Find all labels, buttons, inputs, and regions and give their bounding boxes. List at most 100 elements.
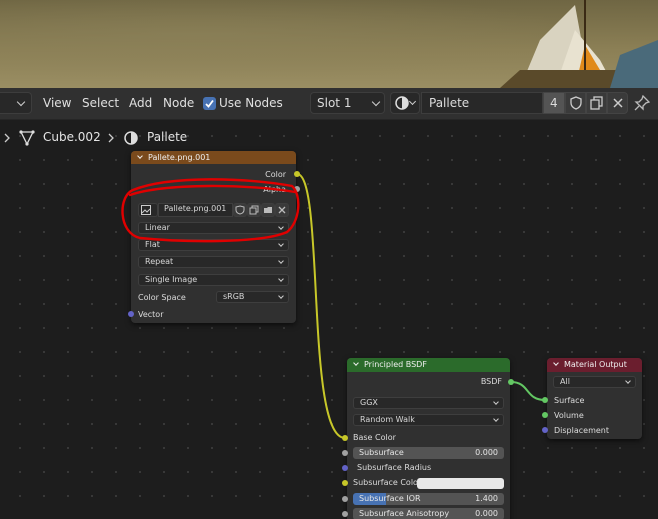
material-name-field[interactable]: Pallete bbox=[421, 92, 543, 114]
chevron-down-icon bbox=[371, 97, 381, 107]
output-node-header[interactable]: Material Output bbox=[547, 358, 642, 372]
shield-icon bbox=[570, 96, 582, 110]
mesh-icon bbox=[19, 130, 35, 146]
image-browse-button[interactable] bbox=[138, 203, 158, 217]
output-target-dropdown[interactable]: All bbox=[553, 376, 636, 388]
chevron-down-icon bbox=[278, 258, 284, 264]
surface-input-socket[interactable] bbox=[542, 397, 548, 403]
interpolation-dropdown[interactable]: Linear bbox=[138, 222, 289, 234]
principled-bsdf-node[interactable]: Principled BSDF BSDF GGX Random Walk Bas… bbox=[347, 358, 510, 519]
duplicate-material-button[interactable] bbox=[586, 92, 607, 114]
subsurface-anisotropy-label: Subsurface Anisotropy bbox=[359, 509, 450, 518]
distribution-dropdown[interactable]: GGX bbox=[353, 397, 504, 409]
close-icon bbox=[613, 98, 623, 108]
checkmark-icon bbox=[205, 99, 214, 108]
duplicate-image-button[interactable] bbox=[247, 203, 261, 217]
color-space-value: sRGB bbox=[223, 292, 245, 301]
distribution-value: GGX bbox=[360, 398, 378, 407]
fake-user-button[interactable] bbox=[565, 92, 586, 114]
image-texture-node[interactable]: Pallete.png.001 Color Alpha Pallete.png.… bbox=[131, 151, 296, 323]
subsurface-ior-value: 1.400 bbox=[475, 494, 498, 503]
chevron-down-icon bbox=[278, 241, 284, 247]
collapse-icon bbox=[137, 153, 143, 159]
output-alpha-label: Alpha bbox=[263, 185, 286, 194]
bsdf-node-header[interactable]: Principled BSDF bbox=[347, 358, 510, 372]
image-name: Pallete.png.001 bbox=[164, 204, 227, 213]
menu-add[interactable]: Add bbox=[129, 96, 152, 110]
projection-dropdown[interactable]: Flat bbox=[138, 239, 289, 251]
material-sphere-icon bbox=[124, 131, 138, 145]
base-color-label: Base Color bbox=[353, 433, 396, 442]
output-target-value: All bbox=[560, 377, 570, 386]
chevron-down-icon bbox=[278, 276, 284, 282]
material-name: Pallete bbox=[429, 96, 470, 110]
source-dropdown[interactable]: Single Image bbox=[138, 274, 289, 286]
menu-view[interactable]: View bbox=[43, 96, 71, 110]
subsurface-color-swatch[interactable] bbox=[417, 478, 504, 489]
chevron-right-icon bbox=[4, 133, 10, 143]
subsurface-anisotropy-input-socket[interactable] bbox=[342, 511, 348, 517]
input-vector-label: Vector bbox=[138, 310, 164, 319]
subsurface-input-socket[interactable] bbox=[342, 450, 348, 456]
subsurface-method-dropdown[interactable]: Random Walk bbox=[353, 414, 504, 426]
use-nodes-label: Use Nodes bbox=[219, 96, 283, 110]
subsurface-anisotropy-value: 0.000 bbox=[475, 509, 498, 518]
image-name-field[interactable]: Pallete.png.001 bbox=[158, 203, 233, 217]
chevron-down-icon bbox=[493, 416, 499, 422]
subsurface-radius-label: Subsurface Radius bbox=[357, 463, 432, 472]
material-output-node[interactable]: Material Output All Surface Volume Displ… bbox=[547, 358, 642, 439]
chevron-down-icon bbox=[278, 224, 284, 230]
duplicate-icon bbox=[249, 205, 259, 215]
subsurface-method-value: Random Walk bbox=[360, 415, 415, 424]
menu-node[interactable]: Node bbox=[163, 96, 194, 110]
extension-dropdown[interactable]: Repeat bbox=[138, 256, 289, 268]
source-value: Single Image bbox=[145, 275, 198, 284]
subsurface-color-input-socket[interactable] bbox=[342, 480, 348, 486]
vector-input-socket[interactable] bbox=[128, 311, 134, 317]
subsurface-ior-input-socket[interactable] bbox=[342, 496, 348, 502]
node-editor-canvas[interactable] bbox=[0, 120, 658, 519]
use-nodes-checkbox[interactable] bbox=[203, 97, 216, 110]
unlink-image-button[interactable] bbox=[275, 203, 289, 217]
displacement-input-socket[interactable] bbox=[542, 427, 548, 433]
color-space-dropdown[interactable]: sRGB bbox=[216, 291, 289, 303]
subsurface-anisotropy-slider[interactable]: Subsurface Anisotropy 0.000 bbox=[353, 508, 504, 519]
subsurface-ior-slider[interactable]: Subsurface IOR 1.400 bbox=[353, 493, 504, 505]
user-count-button[interactable]: 4 bbox=[543, 92, 565, 114]
3d-viewport[interactable] bbox=[0, 0, 658, 88]
image-node-header[interactable]: Pallete.png.001 bbox=[131, 151, 296, 164]
output-node-title: Material Output bbox=[564, 360, 627, 369]
bsdf-output-socket[interactable] bbox=[508, 379, 514, 385]
material-browse-button[interactable] bbox=[390, 92, 420, 114]
chevron-down-icon bbox=[408, 97, 417, 106]
subsurface-radius-input-socket[interactable] bbox=[342, 465, 348, 471]
node-editor-header: View Select Add Node Use Nodes Slot 1 Pa… bbox=[0, 88, 658, 120]
slot-dropdown[interactable]: Slot 1 bbox=[310, 92, 385, 114]
extension-value: Repeat bbox=[145, 257, 174, 266]
color-output-socket[interactable] bbox=[294, 171, 300, 177]
pin-icon[interactable] bbox=[634, 95, 650, 111]
interpolation-value: Linear bbox=[145, 223, 170, 232]
fake-user-button[interactable] bbox=[233, 203, 247, 217]
subsurface-value: 0.000 bbox=[475, 448, 498, 457]
alpha-output-socket[interactable] bbox=[294, 186, 300, 192]
editor-type-dropdown[interactable] bbox=[0, 92, 32, 114]
subsurface-ior-label: Subsurface IOR bbox=[359, 494, 421, 503]
unlink-material-button[interactable] bbox=[607, 92, 628, 114]
base-color-input-socket[interactable] bbox=[342, 435, 348, 441]
chevron-down-icon bbox=[278, 293, 284, 299]
duplicate-icon bbox=[590, 96, 603, 110]
color-space-label: Color Space bbox=[138, 293, 186, 302]
output-color-label: Color bbox=[265, 170, 286, 179]
ship-render bbox=[500, 0, 658, 88]
chevron-down-icon bbox=[625, 378, 631, 384]
menu-select[interactable]: Select bbox=[82, 96, 119, 110]
subsurface-label: Subsurface bbox=[359, 448, 404, 457]
open-image-button[interactable] bbox=[261, 203, 275, 217]
image-node-title: Pallete.png.001 bbox=[148, 153, 211, 162]
subsurface-slider[interactable]: Subsurface 0.000 bbox=[353, 447, 504, 459]
slot-value: Slot 1 bbox=[317, 96, 352, 110]
chevron-right-icon bbox=[108, 133, 114, 143]
volume-input-socket[interactable] bbox=[542, 412, 548, 418]
output-bsdf-label: BSDF bbox=[480, 377, 502, 386]
